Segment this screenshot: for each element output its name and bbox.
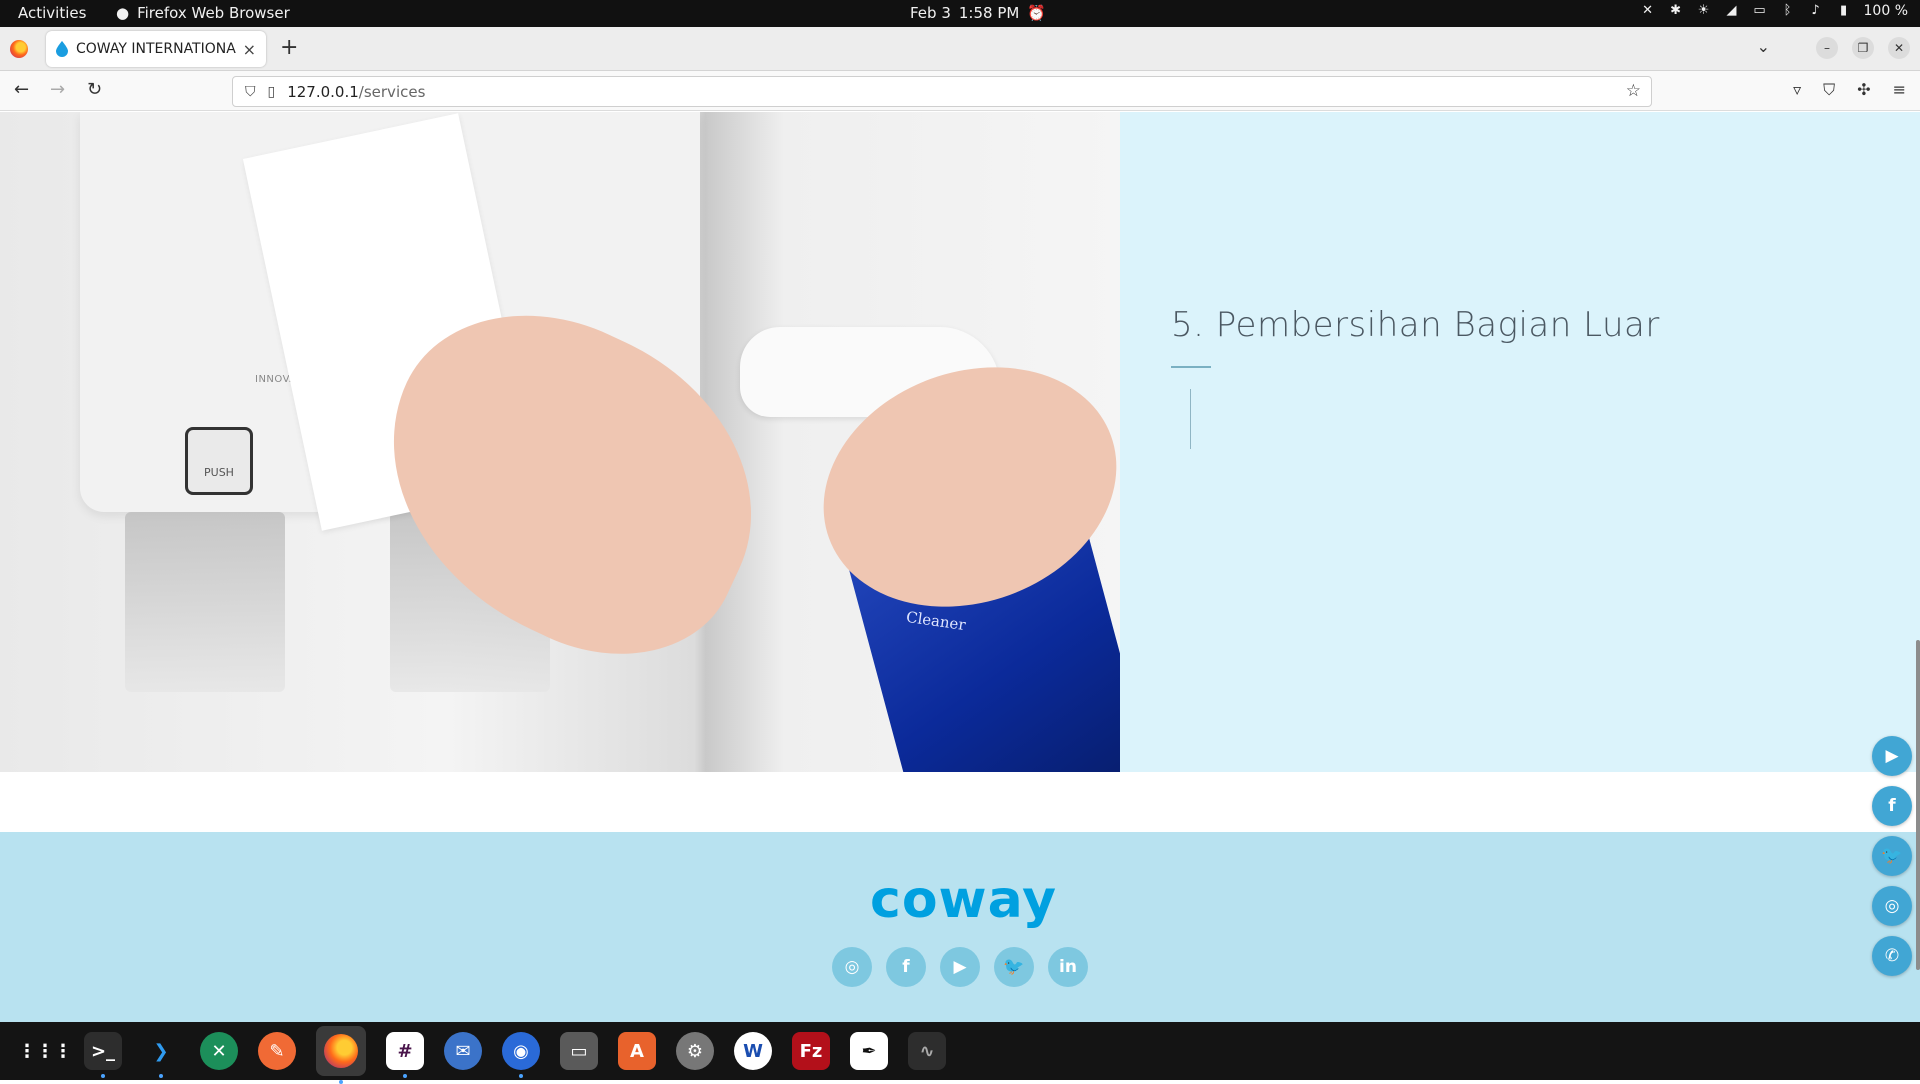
close-window-button[interactable]: ✕	[1888, 37, 1910, 59]
page-content: INNOVATIVE WATER FILT PUSH Cleaner 5. Pe…	[0, 112, 1920, 1022]
writer-icon[interactable]: W	[734, 1032, 772, 1070]
cleaning-photo: INNOVATIVE WATER FILT PUSH Cleaner	[0, 112, 1120, 772]
back-button[interactable]: ←	[14, 79, 29, 100]
files-icon[interactable]: ▭	[560, 1032, 598, 1070]
clock[interactable]: Feb 3 1:58 PM ⏰	[910, 4, 1046, 22]
system-top-bar: Activities ● Firefox Web Browser Feb 3 1…	[0, 0, 1920, 27]
step-divider	[1190, 389, 1191, 449]
app-menu[interactable]: ● Firefox Web Browser	[116, 4, 290, 22]
navigation-toolbar: ← → ↻ ⛉ ▯ 127.0.0.1/services ☆ ▿ ⛉ ✣ ≡	[0, 71, 1920, 111]
chrome-icon[interactable]: ◉	[502, 1032, 540, 1078]
floating-social-bar: ▶ f 🐦 ◎ ✆	[1872, 736, 1912, 976]
vpn-icon: ▭	[1753, 3, 1766, 18]
url-bar[interactable]: ⛉ ▯ 127.0.0.1/services ☆	[232, 76, 1652, 107]
toolbar-actions: ▿ ⛉ ✣ ≡	[1793, 80, 1906, 100]
wifi-icon: ◢	[1726, 3, 1737, 18]
bookmark-star-icon[interactable]: ☆	[1626, 81, 1641, 101]
url-host: 127.0.0.1	[287, 82, 359, 101]
instagram-icon[interactable]: ◎	[832, 947, 872, 987]
whatsapp-icon[interactable]: ✆	[1872, 936, 1912, 976]
slack-icon[interactable]: #	[386, 1032, 424, 1078]
facebook-icon[interactable]: f	[886, 947, 926, 987]
restore-button[interactable]: ❐	[1852, 37, 1874, 59]
settings-icon[interactable]: ⚙	[676, 1032, 714, 1070]
clock-time: 1:58 PM	[958, 4, 1020, 22]
reload-button[interactable]: ↻	[87, 79, 102, 100]
dock: ⋮⋮⋮ >_ ❯ ✕ ✎ # ✉ ◉ ▭ A ⚙ W Fz ✒ ∿	[0, 1022, 1920, 1084]
coway-logo[interactable]: coway	[870, 870, 1057, 930]
title-underline	[1171, 366, 1211, 368]
tab-title: COWAY INTERNATIONAL	[76, 41, 237, 57]
show-apps-icon[interactable]: ⋮⋮⋮	[18, 1032, 72, 1070]
site-footer: coway ◎ f ▶ 🐦 in	[0, 832, 1920, 1022]
bluetooth-icon: ᛒ	[1783, 3, 1792, 18]
app-name: Firefox Web Browser	[137, 4, 290, 22]
menu-icon[interactable]: ≡	[1893, 80, 1906, 100]
tab-strip: COWAY INTERNATIONAL × + ⌄ – ❐ ✕	[0, 27, 1920, 71]
extensions-icon[interactable]: ✣	[1857, 80, 1870, 100]
xmind-icon[interactable]: ✕	[200, 1032, 238, 1070]
system-tray[interactable]: ✕ ✱ ☀ ◢ ▭ ᛒ ♪ ▮ 100 %	[1640, 3, 1908, 19]
tracking-shield-icon[interactable]: ⛉	[245, 84, 256, 100]
water-drop-icon	[56, 41, 68, 57]
close-tab-icon[interactable]: ×	[243, 40, 256, 59]
clock-date: Feb 3	[910, 4, 951, 22]
vpn-extension-icon[interactable]: ⛉	[1823, 80, 1835, 100]
minimize-button[interactable]: –	[1816, 37, 1838, 59]
slack-tray-icon: ✱	[1670, 3, 1681, 18]
step-info-panel: 5. Pembersihan Bagian Luar	[1120, 112, 1920, 772]
terminal-icon[interactable]: >_	[84, 1032, 122, 1078]
youtube-icon[interactable]: ▶	[940, 947, 980, 987]
brightness-icon: ☀	[1697, 3, 1710, 18]
dispenser-push-button: PUSH	[185, 427, 253, 495]
alarm-icon: ⏰	[1027, 4, 1047, 22]
firefox-dock-icon[interactable]	[316, 1026, 366, 1084]
twitter-icon[interactable]: 🐦	[994, 947, 1034, 987]
linkedin-icon[interactable]: in	[1048, 947, 1088, 987]
list-all-tabs-icon[interactable]: ⌄	[1757, 37, 1770, 56]
app-center-icon[interactable]: A	[618, 1032, 656, 1070]
vscode-icon[interactable]: ❯	[142, 1032, 180, 1078]
system-monitor-icon[interactable]: ∿	[908, 1032, 946, 1070]
water-tap	[125, 512, 285, 692]
volume-icon: ♪	[1811, 3, 1820, 18]
pocket-icon[interactable]: ▿	[1793, 80, 1801, 100]
forward-button[interactable]: →	[50, 79, 65, 100]
step-title: 5. Pembersihan Bagian Luar	[1171, 305, 1660, 345]
filezilla-icon[interactable]: Fz	[792, 1032, 830, 1070]
url-path: /services	[358, 82, 426, 101]
inkscape-icon[interactable]: ✒	[850, 1032, 888, 1070]
twitter-icon[interactable]: 🐦	[1872, 836, 1912, 876]
instagram-icon[interactable]: ◎	[1872, 886, 1912, 926]
page-info-icon[interactable]: ▯	[268, 84, 276, 100]
new-tab-button[interactable]: +	[280, 35, 298, 60]
footer-social-links: ◎ f ▶ 🐦 in	[832, 947, 1088, 987]
youtube-icon[interactable]: ▶	[1872, 736, 1912, 776]
tab-coway[interactable]: COWAY INTERNATIONAL ×	[46, 31, 266, 67]
battery-icon: ▮	[1839, 3, 1848, 18]
firefox-view-icon[interactable]	[10, 40, 28, 58]
facebook-icon[interactable]: f	[1872, 786, 1912, 826]
activities-button[interactable]: Activities	[18, 4, 86, 22]
postman-icon[interactable]: ✎	[258, 1032, 296, 1070]
battery-level: 100 %	[1863, 3, 1908, 19]
xmind-tray-icon: ✕	[1642, 3, 1653, 18]
firefox-icon: ●	[116, 4, 130, 22]
thunderbird-icon[interactable]: ✉	[444, 1032, 482, 1070]
window-controls: – ❐ ✕	[1816, 37, 1910, 59]
page-scrollbar[interactable]	[1916, 640, 1920, 970]
